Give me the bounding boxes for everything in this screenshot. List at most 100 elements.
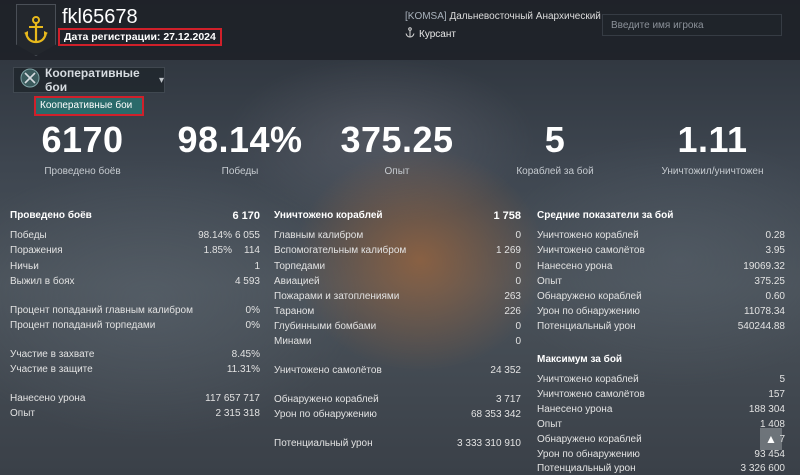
stat-label: Выжил в боях [10,276,75,287]
stat-row: Опыт 2 315 318 [10,408,260,422]
stat-label: Уничтожено кораблей [274,210,383,221]
stat-label: Участие в защите [10,364,93,375]
player-nickname: fkl65678 [62,6,138,28]
co-op-icon [20,68,40,93]
stat-value: 226 [504,306,521,317]
stat-value: 0 [515,230,521,241]
stat-label: Потенциальный урон [537,321,636,332]
stat-label: Опыт [537,276,562,287]
summary-battles: 6170 Проведено боёв [20,119,145,178]
stat-label: Уничтожено кораблей [537,230,639,241]
stat-row: Нанесено урона 188 304 [537,404,785,418]
chevron-down-icon: ▾ [158,74,164,86]
stat-value: 1 [254,261,260,272]
avg-section-title: Средние показатели за бой [537,210,674,221]
stat-row: Победы 98.14% 6 055 [10,230,260,244]
clan-tag[interactable]: [KOMSA] [405,11,447,22]
summary-label: Кораблей за бой [516,166,594,177]
stat-row: Участие в защите 11.31% [10,364,260,378]
stat-value: 157 [768,389,785,400]
stat-value: 1 758 [493,210,521,222]
stat-value: 2 315 318 [215,408,261,419]
stat-value: 0% [245,320,260,331]
stat-row: Уничтожено самолётов 3.95 [537,245,785,259]
summary-label: Уничтожил/уничтожен [661,166,764,177]
stat-label: Урон по обнаружению [537,449,640,460]
battle-mode-dropdown[interactable]: Кооперативные бои ▾ [13,66,165,94]
stat-label: Опыт [537,419,562,430]
battle-mode-option-coop[interactable]: Кооперативные бои [34,96,144,116]
stat-row: Поражения 1.85% 114 [10,245,260,259]
stat-value: 0% [245,305,260,316]
anchor-icon [16,4,56,56]
stat-row: Проведено боёв 6 170 [10,210,260,224]
stat-label: Потенциальный урон [274,438,373,449]
summary-label: Проведено боёв [44,166,121,177]
stat-row: Уничтожено самолётов 157 [537,389,785,403]
stat-row: Тараном 226 [274,306,521,320]
stat-value: 6 055 [234,230,260,241]
stat-label: Тараном [274,306,315,317]
stat-value: 540244.88 [737,321,785,332]
stat-value: 4 593 [234,276,260,287]
stat-label: Уничтожено кораблей [537,374,639,385]
stat-value: 114 [244,245,260,256]
stat-row: Обнаружено кораблей 7 [537,434,785,448]
stat-value: 0 [515,321,521,332]
stat-row: Уничтожено кораблей 5 [537,374,785,388]
stat-percent: 98.14% [198,230,232,241]
stat-label: Пожарами и затоплениями [274,291,400,302]
stat-row: Обнаружено кораблей 3 717 [274,394,521,408]
scroll-to-top-button[interactable]: ▲ [760,428,782,450]
rank-label: Курсант [419,28,456,40]
stat-label: Уничтожено самолётов [537,389,645,400]
stat-label: Нанесено урона [10,393,86,404]
stat-value: 263 [504,291,521,302]
stat-value: 3.95 [765,245,785,256]
stat-label: Потенциальный урон [537,463,636,474]
stat-label: Уничтожено самолётов [274,365,382,376]
stat-row: Процент попаданий главным калибром 0% [10,305,260,319]
stat-value: 0 [515,261,521,272]
stat-value: 117 657 717 [205,393,260,404]
stat-value: 11078.34 [744,306,785,317]
stat-row: Потенциальный урон 540244.88 [537,321,785,335]
stat-label: Урон по обнаружению [537,306,640,317]
battle-mode-label: Кооперативные бои [45,66,140,94]
stat-label: Поражения [10,245,63,256]
stat-row: Нанесено урона 19069.32 [537,261,785,275]
stat-percent: 1.85% [203,245,232,256]
stat-label: Глубинными бомбами [274,321,377,332]
stat-value: 0 [515,276,521,287]
stat-label: Авиацией [274,276,320,287]
summary-label: Опыт [384,166,410,177]
stat-label: Победы [10,230,47,241]
stat-label: Обнаружено кораблей [537,434,642,445]
stat-value: 6 170 [232,210,260,222]
clan-info[interactable]: [KOMSA] Дальневосточный Анархический [405,11,601,22]
stat-row: Ничьи 1 [10,261,260,275]
anchor-icon [405,27,415,41]
stat-row: Выжил в боях 4 593 [10,276,260,290]
stat-row: Участие в захвате 8.45% [10,349,260,363]
summary-value: 375.25 [340,119,454,160]
stat-value: 19069.32 [743,261,785,272]
stat-row: Главным калибром 0 [274,230,521,244]
summary-value: 1.11 [677,119,748,160]
stat-value: 93 454 [754,449,785,460]
stat-label: Обнаружено кораблей [537,291,642,302]
arrow-up-icon: ▲ [765,432,777,446]
summary-xp: 375.25 Опыт [322,119,472,178]
clan-name[interactable]: Дальневосточный Анархический [449,11,600,22]
stat-value: 188 304 [748,404,785,415]
summary-value: 5 [544,119,566,160]
stat-value: 375.25 [754,276,785,287]
stat-row: Уничтожено самолётов 24 352 [274,365,521,379]
section-title: Средние показатели за бой [537,210,785,224]
stat-label: Урон по обнаружению [274,409,377,420]
summary-value: 6170 [41,119,124,160]
player-search-input[interactable] [602,14,782,36]
profile-header: fkl65678 Дата регистрации: 27.12.2024 [K… [0,0,800,60]
max-section-title: Максимум за бой [537,354,623,365]
stat-value: 0.60 [765,291,785,302]
